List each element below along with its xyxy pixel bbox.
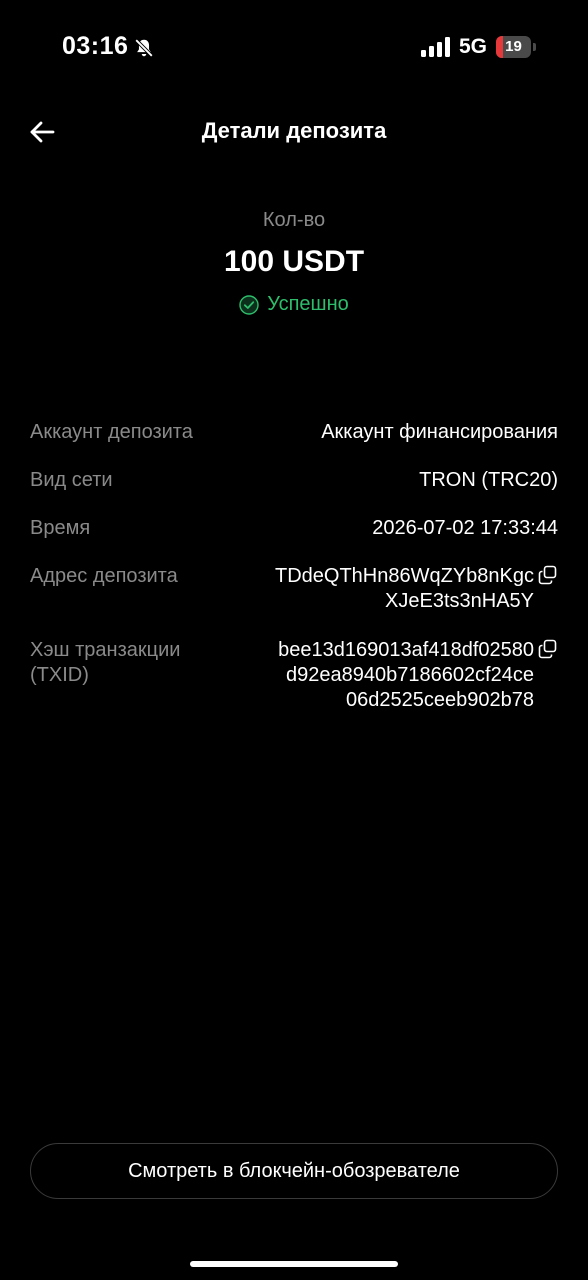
detail-label-address: Адрес депозита [30,565,178,587]
network-type: 5G [459,35,488,58]
status-badge: Успешно [0,293,588,316]
transaction-hash[interactable]: bee13d169013af418df02580 d92ea8940b71866… [244,638,534,713]
battery-icon: 19 [496,36,536,58]
detail-label-account: Аккаунт депозита [30,421,193,443]
deposit-address-line-1: TDdeQThHn86WqZYb8nKgc [274,565,534,587]
check-circle-icon [239,294,259,315]
detail-value-network: TRON (TRC20) [419,469,558,491]
amount-label: Кол-во [262,209,326,231]
view-in-explorer-button[interactable]: Смотреть в блокчейн-обозревателе [30,1143,558,1199]
transaction-hash-line-3: 06d2525ceeb902b78 [346,689,534,711]
deposit-address-line-2: XJeE3ts3nHA5Y [385,590,534,612]
status-text: Успешно [267,293,349,315]
battery-level: 19 [505,38,522,55]
detail-label-time: Время [30,517,91,539]
home-indicator[interactable] [190,1261,398,1267]
page-title: Детали депозита [201,118,387,143]
status-time: 03:16 [62,32,129,60]
status-bar: 03:16 5G 19 [0,0,588,96]
copy-icon[interactable] [538,565,558,585]
battery-body: 19 [496,36,531,58]
copy-icon[interactable] [538,639,558,659]
amount-value: 100 USDT [223,245,365,278]
detail-value-address: TDdeQThHn86WqZYb8nKgc XJeE3ts3nHA5Y [244,564,558,614]
transaction-hash-line-1: bee13d169013af418df02580 [278,639,534,661]
detail-label-txid: Хэш транзакции (TXID) [30,639,181,686]
detail-value-account: Аккаунт финансирования [321,421,558,443]
battery-cap [533,43,536,51]
detail-value-time: 2026-07-02 17:33:44 [372,517,558,539]
bell-slash-icon [134,38,154,58]
transaction-hash-line-2: d92ea8940b7186602cf24ce [285,664,534,686]
deposit-address[interactable]: TDdeQThHn86WqZYb8nKgc XJeE3ts3nHA5Y [244,564,534,614]
signal-icon [421,37,450,57]
detail-label-network: Вид сети [30,469,113,491]
detail-value-txid: bee13d169013af418df02580 d92ea8940b71866… [244,638,558,713]
